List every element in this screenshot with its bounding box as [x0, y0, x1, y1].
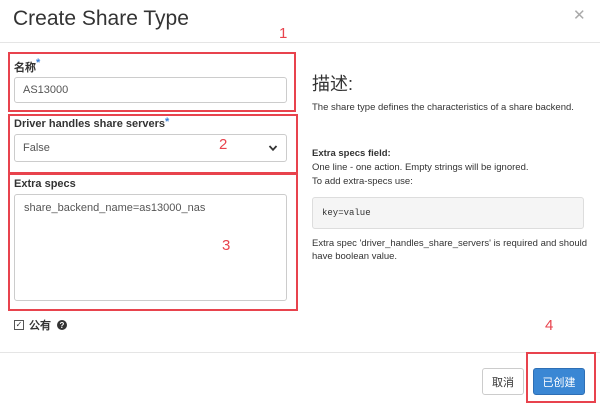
description-heading: 描述:	[312, 74, 354, 94]
extra-specs-help-line1: One line - one action. Empty strings wil…	[312, 162, 529, 173]
code-example-text: key=value	[322, 208, 371, 218]
help-icon[interactable]: ?	[57, 320, 67, 330]
public-label: 公有	[29, 320, 51, 332]
description-intro: The share type defines the characteristi…	[312, 102, 574, 113]
cancel-button[interactable]: 取消	[482, 368, 524, 395]
annotation-box-1	[8, 52, 296, 112]
annotation-number-3: 3	[222, 237, 231, 254]
modal-title: Create Share Type	[13, 7, 189, 30]
footer-divider	[0, 352, 600, 353]
annotation-number-1: 1	[279, 25, 288, 42]
close-icon[interactable]: ✕	[573, 6, 586, 24]
driver-spec-note: Extra spec 'driver_handles_share_servers…	[312, 238, 588, 262]
public-checkbox[interactable]: ✓	[14, 320, 24, 330]
annotation-box-4	[526, 352, 596, 403]
public-checkbox-row[interactable]: ✓ 公有 ?	[14, 317, 67, 333]
code-example: key=value	[312, 197, 584, 229]
header-divider	[0, 42, 600, 43]
create-share-type-modal: Create Share Type ✕ 名称* AS13000 Driver h…	[0, 0, 600, 405]
annotation-box-2	[8, 114, 298, 174]
annotation-number-2: 2	[219, 136, 228, 153]
extra-specs-help-title: Extra specs field:	[312, 148, 391, 159]
extra-specs-help-line2: To add extra-specs use:	[312, 176, 413, 187]
annotation-box-3	[8, 173, 298, 311]
annotation-number-4: 4	[545, 317, 554, 334]
